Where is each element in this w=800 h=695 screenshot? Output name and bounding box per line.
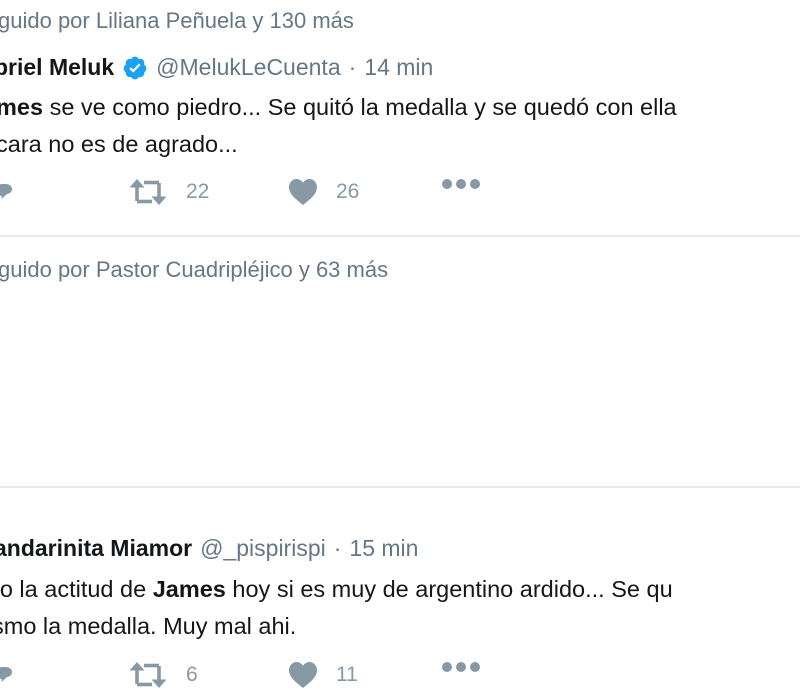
retweet-icon xyxy=(128,661,168,689)
like-count: 26 xyxy=(336,180,360,203)
heart-icon xyxy=(288,178,318,206)
mention-bold: James xyxy=(152,576,226,602)
separator: · xyxy=(348,54,357,80)
author-name[interactable]: andarinita Miamor xyxy=(0,535,192,562)
retweet-icon xyxy=(128,178,168,206)
social-context: guido por Pastor Cuadripléjico y 63 más xyxy=(0,257,389,282)
more-dots-icon xyxy=(441,178,481,190)
social-context: guido por Liliana Peñuela y 130 más xyxy=(0,8,354,33)
reply-button[interactable] xyxy=(0,178,16,202)
retweet-count: 22 xyxy=(186,180,210,203)
tweet-header: andarinita Miamor @_pispirispi · 15 min xyxy=(0,535,418,562)
tweet[interactable]: guido por Pastor Cuadripléjico y 63 más … xyxy=(0,237,800,688)
more-button[interactable] xyxy=(441,661,481,673)
retweet-button[interactable]: 22 xyxy=(128,178,209,206)
more-dots-icon xyxy=(441,661,481,673)
like-count: 11 xyxy=(336,663,358,686)
tweet-text: ro la actitud de James hoy si es muy de … xyxy=(0,571,673,645)
tweet-actions: 22 26 xyxy=(0,178,800,212)
tweet-text-line-2: cara no es de agrado... xyxy=(0,131,238,157)
retweet-button[interactable]: 6 xyxy=(128,661,198,689)
reply-icon xyxy=(0,178,16,202)
tweet-text-line-1: ro la actitud de James hoy si es muy de … xyxy=(0,576,673,602)
reply-icon xyxy=(0,661,16,685)
like-button[interactable]: 26 xyxy=(288,178,359,206)
mention-bold: mes xyxy=(0,94,44,120)
tweet-text-line-2: smo la medalla. Muy mal ahi. xyxy=(0,613,297,639)
separator: · xyxy=(333,535,342,561)
divider xyxy=(0,486,800,488)
retweet-count: 6 xyxy=(186,663,198,686)
author-handle[interactable]: @MelukLeCuenta xyxy=(156,54,340,81)
heart-icon xyxy=(288,661,318,689)
timestamp[interactable]: 15 min xyxy=(349,535,418,562)
tweet-actions: 6 11 xyxy=(0,661,800,695)
tweet[interactable]: guido por Liliana Peñuela y 130 más brie… xyxy=(0,0,800,236)
author-name[interactable]: briel Meluk xyxy=(0,54,114,81)
timestamp[interactable]: 14 min xyxy=(364,54,433,81)
tweet-header: briel Meluk @MelukLeCuenta · 14 min xyxy=(0,54,433,81)
reply-button[interactable] xyxy=(0,661,16,685)
tweet-text: mes se ve como piedro... Se quitó la med… xyxy=(0,89,677,163)
more-button[interactable] xyxy=(441,178,481,190)
author-handle[interactable]: @_pispirispi xyxy=(200,535,326,562)
like-button[interactable]: 11 xyxy=(288,661,358,689)
tweet-text-line-1: mes se ve como piedro... Se quitó la med… xyxy=(0,89,677,126)
verified-badge-icon xyxy=(122,55,148,81)
